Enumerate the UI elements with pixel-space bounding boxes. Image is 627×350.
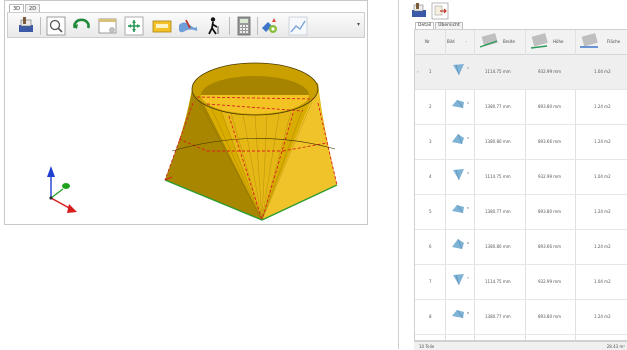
cell-flaeche: 1.24 m2 [594,314,611,319]
part-thumbnail [451,202,465,216]
column-header-hoehe[interactable]: Höhe [525,30,575,54]
height-measure-icon [530,33,548,49]
table-row[interactable]: 8 8 1380.77 mm 893.80 mm 1.24 m2 [415,300,627,335]
cell-hoehe: 932.99 mm [538,69,562,74]
table-row[interactable]: 4 4 1114.75 mm 932.99 mm 1.04 m2 [415,160,627,195]
cell-flaeche: 1.04 m2 [594,279,611,284]
cell-nr: 7 [429,279,432,284]
cell-flaeche: 1.04 m2 [594,69,611,74]
walk-person-icon[interactable] [204,16,224,36]
table-row[interactable]: 2 2 1380.77 mm 893.80 mm 1.24 m2 [415,90,627,125]
cell-nr: 3 [429,139,432,144]
part-thumbnail [451,132,465,146]
cell-hoehe: 893.66 mm [538,244,562,249]
cell-breite: 1380.80 mm [485,139,511,144]
table-header: Nr Bild ◦ Breite Höhe Fläche [415,30,627,55]
axis-triad [47,166,77,213]
part-thumbnail [451,62,465,76]
cell-nr: 1 [429,69,432,74]
part-thumbnail [451,237,465,251]
cell-breite: 1114.75 mm [485,174,511,179]
cell-hoehe: 893.80 mm [538,314,562,319]
cell-breite: 1380.80 mm [485,244,511,249]
part-thumbnail [451,272,465,286]
3d-model-view [47,62,338,221]
detail-toolbar [399,0,627,22]
zoom-icon[interactable] [46,16,66,36]
cell-nr: 6 [429,244,432,249]
cell-nr: 2 [429,104,432,109]
label-icon[interactable] [152,16,172,36]
tab-uebersicht[interactable]: Übersicht [435,22,463,29]
toolbar-dropdown-icon[interactable]: ▾ [357,21,360,28]
column-header-nr[interactable]: Nr [425,30,445,54]
cell-bild-num: 3 [467,136,469,140]
cell-breite: 1380.77 mm [485,104,511,109]
cell-nr: 5 [429,209,432,214]
table-row[interactable]: 7 7 1114.75 mm 932.99 mm 1.04 m2 [415,265,627,300]
print-icon[interactable] [16,16,36,36]
toolbar-separator [40,17,41,35]
cell-nr: 8 [429,314,432,319]
cell-bild-num: 5 [467,206,469,210]
cell-hoehe: 932.99 mm [538,174,562,179]
surface-tool-icon[interactable] [178,16,198,36]
detail-tabs: Detail Übersicht [415,22,463,29]
viewer-panel: 3D 2D ▾ [4,0,368,225]
cell-bild-num: 2 [467,101,469,105]
cell-hoehe: 893.80 mm [538,209,562,214]
cell-flaeche: 1.04 m2 [594,174,611,179]
cell-bild-num: 8 [467,311,469,315]
cell-nr: 4 [429,174,432,179]
part-count: 10 Teile [419,344,435,349]
cell-hoehe: 893.80 mm [538,104,562,109]
cell-breite: 1114.75 mm [485,279,511,284]
3d-shape [164,62,338,221]
area-measure-icon [580,33,598,48]
cell-breite: 1380.77 mm [485,209,511,214]
chart-icon[interactable] [288,16,308,36]
row-selected-marker: › [417,69,419,74]
tab-detail[interactable]: Detail [415,22,435,29]
column-header-breite[interactable]: Breite [475,30,525,54]
cell-bild-num: 4 [467,171,469,175]
viewer-toolbar: ▾ [7,12,365,38]
rotate-icon[interactable] [72,16,92,36]
cell-bild-num: 1 [467,66,469,70]
cell-flaeche: 1.24 m2 [594,209,611,214]
table-row[interactable]: 6 6 1380.80 mm 893.66 mm 1.24 m2 [415,230,627,265]
cell-flaeche: 1.24 m2 [594,139,611,144]
fit-arrows-icon[interactable] [124,16,144,36]
cell-flaeche: 1.24 m2 [594,244,611,249]
part-thumbnail [451,307,465,321]
export-icon[interactable] [431,2,449,20]
width-measure-icon [479,33,498,48]
column-header-flaeche[interactable]: Fläche [575,30,627,54]
part-thumbnail [451,167,465,181]
cell-hoehe: 893.66 mm [538,139,562,144]
cell-bild-num: 7 [467,276,469,280]
print-icon[interactable] [410,2,428,20]
cell-hoehe: 932.99 mm [538,279,562,284]
detail-panel: Detail Übersicht Nr Bild ◦ Breite Höhe Fl… [398,0,627,350]
toolbar-separator [229,17,230,35]
table-row[interactable]: › 1 1 1114.75 mm 932.99 mm 1.04 m2 [415,55,627,90]
parts-table: Nr Bild ◦ Breite Höhe Fläche › 1 1 1114.75 m… [414,29,627,341]
cell-breite: 1380.77 mm [485,314,511,319]
column-header-bild[interactable]: Bild ◦ [447,30,475,54]
part-thumbnail [451,97,465,111]
calculator-icon[interactable] [234,16,254,36]
view-window-icon[interactable] [98,16,118,36]
toolbar-separator [257,17,258,35]
3d-canvas[interactable] [7,39,365,224]
table-row[interactable]: 3 3 1380.80 mm 893.66 mm 1.24 m2 [415,125,627,160]
cell-flaeche: 1.24 m2 [594,104,611,109]
settings-gear-icon[interactable] [260,16,280,36]
total-area: 28.43 m² [606,344,625,349]
cell-bild-num: 6 [467,241,469,245]
table-row[interactable]: 5 5 1380.77 mm 893.80 mm 1.24 m2 [415,195,627,230]
cell-breite: 1114.75 mm [485,69,511,74]
